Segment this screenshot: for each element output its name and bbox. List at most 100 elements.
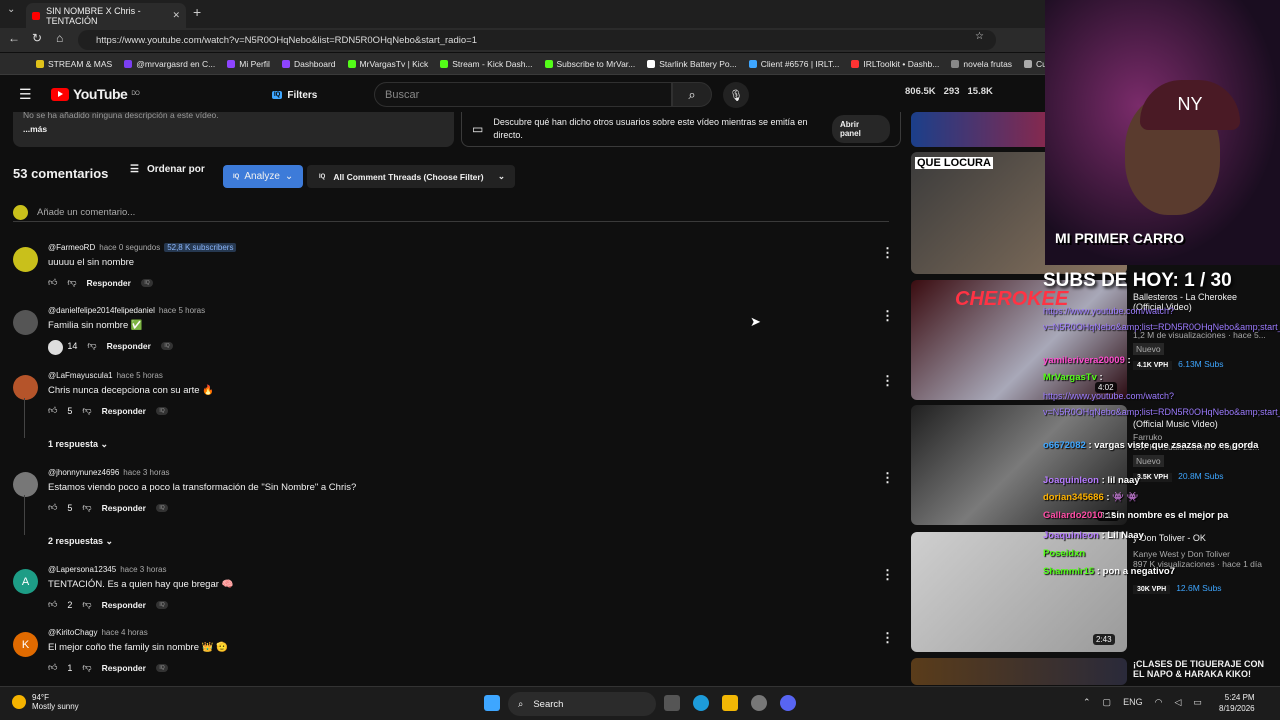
- avatar[interactable]: K: [13, 632, 38, 657]
- comment-author[interactable]: @Lapersona12345: [48, 565, 116, 574]
- chat-message: o6672082 : vargas viste que zsazsa no es…: [1043, 440, 1258, 451]
- iq-icon[interactable]: IQ: [155, 663, 168, 672]
- file-explorer-icon[interactable]: [722, 695, 738, 711]
- iq-icon[interactable]: IQ: [140, 278, 153, 287]
- video-thumbnail[interactable]: [911, 658, 1127, 685]
- more-actions-icon[interactable]: ⋮: [881, 470, 894, 486]
- home-icon[interactable]: ⌂: [56, 31, 63, 45]
- back-icon[interactable]: ←: [8, 31, 20, 45]
- bookmark-item[interactable]: Client #6576 | IRLT...: [748, 59, 839, 69]
- bookmark-item[interactable]: Dashboard: [281, 59, 336, 69]
- bookmark-item[interactable]: Subscribe to MrVar...: [544, 59, 635, 69]
- sort-button[interactable]: ☰ Ordenar por: [130, 164, 205, 175]
- iq-icon[interactable]: IQ: [155, 600, 168, 609]
- comment-author[interactable]: @KiritoChagy: [48, 628, 97, 637]
- comment-actions: 👍︎ 1 👎︎ Responder IQ: [48, 662, 168, 673]
- dislike-icon[interactable]: 👎︎: [82, 662, 91, 673]
- url-field[interactable]: https://www.youtube.com/watch?v=N5R0OHqN…: [78, 30, 996, 50]
- avatar[interactable]: [13, 247, 38, 272]
- description-box[interactable]: No se ha añadido ninguna descripción a e…: [13, 110, 454, 147]
- chat-message: https://www.youtube.com/watch?v=N5R0OHqN…: [1043, 388, 1280, 420]
- comment-actions: 👍︎ 5 👎︎ Responder IQ: [48, 502, 168, 513]
- search-input[interactable]: Buscar: [374, 82, 672, 107]
- reply-button[interactable]: Responder: [87, 278, 131, 288]
- taskbar-search[interactable]: ⌕ Search: [508, 692, 656, 716]
- like-icon[interactable]: 👍︎: [48, 599, 57, 610]
- avatar[interactable]: [13, 472, 38, 497]
- like-icon[interactable]: 👍︎: [48, 277, 57, 288]
- reply-button[interactable]: Responder: [102, 663, 146, 673]
- close-tab-icon[interactable]: ✕: [172, 10, 180, 21]
- avatar[interactable]: [13, 310, 38, 335]
- menu-icon[interactable]: ☰: [19, 86, 32, 103]
- like-icon[interactable]: 👍︎: [48, 405, 57, 416]
- comment-author[interactable]: @jhonnynunez4696: [48, 468, 119, 477]
- views-stat: 806.5K: [905, 86, 936, 97]
- like-icon[interactable]: 👍︎: [48, 502, 57, 513]
- comment-header: @KiritoChagy hace 4 horas: [48, 628, 148, 637]
- weather-widget[interactable]: 94°F Mostly sunny: [12, 693, 79, 711]
- bookmark-item[interactable]: novela frutas: [951, 59, 1012, 69]
- clock[interactable]: 5:24 PM 8/19/2026: [1219, 692, 1255, 714]
- bookmark-item[interactable]: @mrvargasrd en C...: [124, 59, 215, 69]
- youtube-logo[interactable]: YouTube DO: [51, 86, 140, 102]
- bookmark-item[interactable]: IRLToolkit • Dashb...: [851, 59, 939, 69]
- comment-text: uuuuu el sin nombre: [48, 257, 135, 268]
- edge-icon[interactable]: [693, 695, 709, 711]
- avatar[interactable]: [13, 375, 38, 400]
- replies-toggle[interactable]: 2 respuestas ⌄: [48, 536, 113, 547]
- chat-message: Joaquinleon : lil naay: [1043, 475, 1140, 486]
- tab-list-icon[interactable]: ⌄: [7, 4, 15, 15]
- iq-icon[interactable]: IQ: [155, 503, 168, 512]
- comment-text: TENTACIÓN. Es a quien hay que bregar 🧠: [48, 579, 234, 590]
- comment-author[interactable]: @danielfelipe2014felipedaniel: [48, 306, 155, 315]
- more-actions-icon[interactable]: ⋮: [881, 308, 894, 324]
- reply-button[interactable]: Responder: [102, 600, 146, 610]
- more-actions-icon[interactable]: ⋮: [881, 373, 894, 389]
- more-actions-icon[interactable]: ⋮: [881, 245, 894, 261]
- system-tray[interactable]: ⌃ ▢ ENG ◠ ◁ ▭: [1083, 697, 1202, 708]
- app-icon[interactable]: [751, 695, 767, 711]
- comment-author[interactable]: @FarmeoRD: [48, 243, 95, 252]
- discord-icon[interactable]: [780, 695, 796, 711]
- filters-button[interactable]: IQ Filters: [262, 85, 327, 105]
- search-icon[interactable]: ⌕: [672, 82, 712, 107]
- show-more-link[interactable]: ...más: [23, 124, 444, 134]
- comment-actions: 👍︎ 👎︎ Responder IQ: [48, 277, 153, 288]
- microphone-icon[interactable]: 🎙: [723, 82, 749, 108]
- thread-filter-select[interactable]: IQ All Comment Threads (Choose Filter) ⌄: [307, 165, 515, 188]
- dislike-icon[interactable]: 👎︎: [67, 277, 76, 288]
- bookmark-item[interactable]: MrVargasTv | Kick: [347, 59, 428, 69]
- replies-toggle[interactable]: 1 respuesta ⌄: [48, 439, 108, 450]
- dislike-icon[interactable]: 👎︎: [82, 599, 91, 610]
- task-view-icon[interactable]: [664, 695, 680, 711]
- bookmark-item[interactable]: Cu: [1024, 59, 1045, 69]
- analyze-button[interactable]: IQ Analyze ⌄: [223, 165, 303, 188]
- comment-author[interactable]: @LaFmayuscula1: [48, 371, 113, 380]
- avatar[interactable]: A: [13, 569, 38, 594]
- browser-tab[interactable]: SIN NOMBRE X Chris - TENTACIÓN ✕: [26, 3, 186, 28]
- like-icon[interactable]: 👍︎: [48, 662, 57, 673]
- new-tab-icon[interactable]: +: [193, 4, 201, 20]
- reload-icon[interactable]: ↻: [32, 31, 42, 45]
- dislike-icon[interactable]: 👎︎: [82, 405, 91, 416]
- add-comment-input[interactable]: Añade un comentario...: [13, 204, 889, 222]
- bookmark-item[interactable]: Starlink Battery Po...: [647, 59, 737, 69]
- bookmark-item[interactable]: STREAM & MAS: [36, 59, 112, 69]
- reply-button[interactable]: Responder: [102, 503, 146, 513]
- favorite-star-icon[interactable]: ☆: [975, 31, 984, 42]
- reply-button[interactable]: Responder: [102, 406, 146, 416]
- more-actions-icon[interactable]: ⋮: [881, 567, 894, 583]
- reply-button[interactable]: Responder: [107, 341, 151, 351]
- wifi-icon: ◠: [1154, 697, 1163, 707]
- dislike-icon[interactable]: 👎︎: [82, 502, 91, 513]
- windows-start-icon[interactable]: [484, 695, 500, 711]
- bookmark-item[interactable]: Mi Perfil: [227, 59, 270, 69]
- open-panel-button[interactable]: Abrir panel: [831, 115, 890, 143]
- dislike-icon[interactable]: 👎︎: [87, 340, 96, 351]
- more-actions-icon[interactable]: ⋮: [881, 630, 894, 646]
- iq-icon[interactable]: IQ: [160, 341, 173, 350]
- iq-icon[interactable]: IQ: [155, 406, 168, 415]
- video-thumbnail[interactable]: [911, 405, 1127, 525]
- bookmark-item[interactable]: Stream - Kick Dash...: [440, 59, 533, 69]
